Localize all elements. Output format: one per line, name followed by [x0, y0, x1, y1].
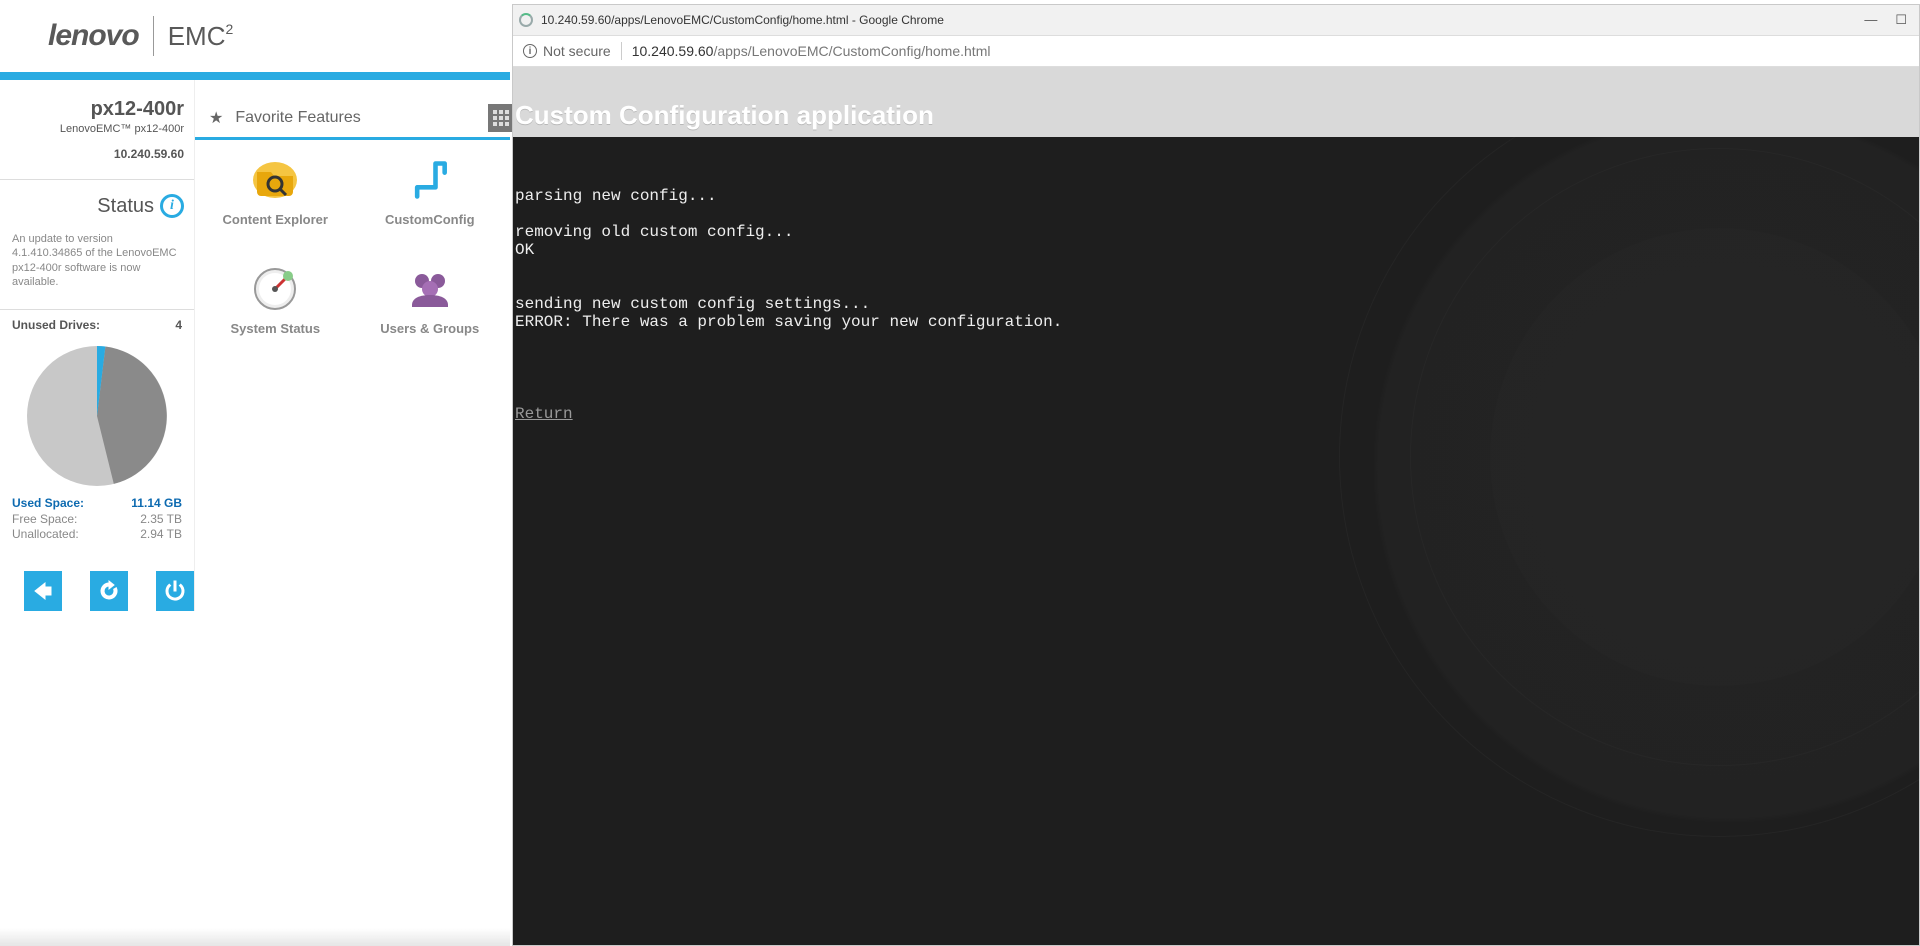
chrome-titlebar[interactable]: 10.240.59.60/apps/LenovoEMC/CustomConfig…: [513, 5, 1919, 35]
unused-drives-count: 4: [175, 318, 182, 332]
restart-button[interactable]: [90, 571, 128, 611]
status-label: Status: [97, 195, 154, 218]
sidebar-column: px12-400r LenovoEMC™ px12-400r 10.240.59…: [0, 80, 195, 611]
folder-search-icon: [249, 154, 301, 206]
page-title: Custom Configuration application: [515, 100, 934, 131]
shadow: [0, 928, 510, 946]
brand-lenovo: lenovo: [48, 19, 139, 53]
custom-config-icon: [404, 154, 456, 206]
logout-button[interactable]: [24, 571, 62, 611]
security-label: Not secure: [543, 43, 611, 59]
security-indicator[interactable]: i Not secure: [523, 43, 611, 59]
device-info: px12-400r LenovoEMC™ px12-400r 10.240.59…: [0, 80, 194, 169]
power-icon: [163, 579, 187, 603]
device-name: px12-400r: [10, 98, 184, 121]
address-bar[interactable]: i Not secure 10.240.59.60/apps/LenovoEMC…: [513, 35, 1919, 67]
brand-emc-text: EMC: [168, 21, 226, 52]
feature-system-status[interactable]: System Status: [203, 263, 348, 336]
page-header: Custom Configuration application: [513, 67, 1919, 137]
storage-legend: Used Space: 11.14 GB Free Space: 2.35 TB…: [0, 496, 194, 543]
feature-label: Content Explorer: [223, 212, 328, 227]
device-ip: 10.240.59.60: [10, 147, 184, 161]
users-icon: [404, 263, 456, 315]
chrome-title: 10.240.59.60/apps/LenovoEMC/CustomConfig…: [519, 13, 944, 27]
brand-divider: [153, 16, 154, 56]
status-heading[interactable]: Status i: [0, 180, 194, 226]
brand-emc: EMC2: [168, 21, 234, 52]
feature-label: CustomConfig: [385, 212, 475, 227]
background-arc: [1339, 137, 1919, 837]
used-space-row: Used Space: 11.14 GB: [12, 496, 182, 512]
free-space-value: 2.35 TB: [140, 512, 182, 528]
unallocated-value: 2.94 TB: [140, 527, 182, 543]
unused-drives-row: Unused Drives: 4: [0, 310, 194, 340]
logout-icon: [31, 579, 55, 603]
favorite-features-panel: ★ Favorite Features Content Explorer Cus…: [195, 98, 510, 336]
brand-bar: lenovo EMC2: [0, 0, 510, 72]
feature-label: System Status: [230, 321, 320, 336]
used-space-label: Used Space:: [12, 496, 84, 512]
favorite-features-tab[interactable]: ★ Favorite Features: [195, 98, 510, 140]
minimize-button[interactable]: —: [1864, 12, 1877, 28]
unallocated-label: Unallocated:: [12, 527, 79, 543]
power-actions: [0, 543, 194, 611]
feature-users-groups[interactable]: Users & Groups: [358, 263, 503, 336]
feature-custom-config[interactable]: CustomConfig: [358, 154, 503, 227]
divider: [621, 42, 622, 60]
brand-emc-sup: 2: [225, 21, 233, 37]
info-icon: i: [523, 44, 537, 58]
chrome-favicon-icon: [519, 13, 533, 27]
star-icon: ★: [209, 108, 223, 128]
dashboard-panel: lenovo EMC2 px12-400r LenovoEMC™ px12-40…: [0, 0, 510, 946]
feature-grid: Content Explorer CustomConfig System Sta…: [195, 140, 510, 336]
chrome-window: 10.240.59.60/apps/LenovoEMC/CustomConfig…: [512, 4, 1920, 946]
return-link[interactable]: Return: [515, 405, 573, 423]
feature-label: Users & Groups: [380, 321, 479, 336]
console-text: parsing new config... removing old custo…: [515, 187, 1062, 331]
maximize-button[interactable]: ☐: [1895, 12, 1907, 28]
used-space-value: 11.14 GB: [131, 496, 182, 512]
info-icon: i: [160, 194, 184, 218]
device-model: LenovoEMC™ px12-400r: [10, 123, 184, 135]
page-body: Custom Configuration application parsing…: [513, 67, 1919, 945]
unused-drives-label: Unused Drives:: [12, 318, 100, 332]
pie-icon: [27, 346, 167, 486]
restart-icon: [97, 579, 121, 603]
url-host: 10.240.59.60: [632, 43, 714, 59]
apps-grid-button[interactable]: [488, 104, 514, 132]
accent-strip: [0, 72, 510, 80]
chrome-title-text: 10.240.59.60/apps/LenovoEMC/CustomConfig…: [541, 13, 944, 27]
update-note: An update to version 4.1.410.34865 of th…: [0, 226, 194, 299]
free-space-label: Free Space:: [12, 512, 77, 528]
console-output: parsing new config... removing old custo…: [513, 137, 1919, 945]
power-button[interactable]: [156, 571, 194, 611]
unallocated-row: Unallocated: 2.94 TB: [12, 527, 182, 543]
url-text: 10.240.59.60/apps/LenovoEMC/CustomConfig…: [632, 43, 991, 59]
url-path: /apps/LenovoEMC/CustomConfig/home.html: [713, 43, 990, 59]
grid-icon: [493, 110, 509, 126]
free-space-row: Free Space: 2.35 TB: [12, 512, 182, 528]
favorite-features-label: Favorite Features: [235, 109, 360, 127]
gauge-icon: [249, 263, 301, 315]
storage-pie-chart: [0, 340, 194, 496]
feature-content-explorer[interactable]: Content Explorer: [203, 154, 348, 227]
window-controls: — ☐: [1864, 12, 1913, 28]
